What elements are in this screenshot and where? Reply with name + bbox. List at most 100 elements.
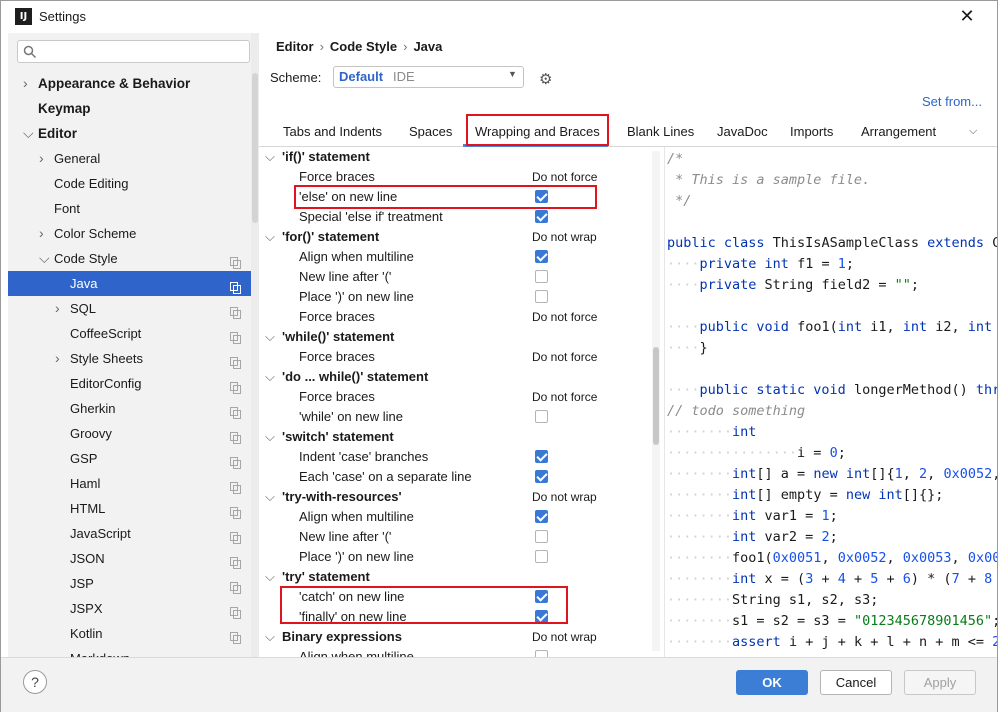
option-checkbox[interactable] <box>535 250 548 263</box>
close-icon[interactable]: ✕ <box>956 5 978 27</box>
tab-blank-lines[interactable]: Blank Lines <box>627 124 694 139</box>
tab-arrangement[interactable]: Arrangement <box>861 124 936 139</box>
settings-dialog: IJ Settings ✕ › Appearance & Behavior Keym… <box>0 0 998 712</box>
sidebar-item-keymap[interactable]: Keymap <box>8 96 258 121</box>
option-checkbox[interactable] <box>535 270 548 283</box>
sidebar-item-editor[interactable]: ⌵ Editor <box>8 121 258 146</box>
code-token: ···· <box>667 319 700 335</box>
option-value-select[interactable]: Do not force <box>532 307 597 327</box>
sidebar-item-jspx[interactable]: JSPX <box>8 596 258 621</box>
option-row: Place ')' on new line <box>259 547 655 567</box>
chevron-down-icon[interactable]: ⌵ <box>969 125 977 138</box>
sidebar-item-label: General <box>54 151 101 166</box>
scheme-select[interactable]: Default IDE ▼ <box>333 66 524 88</box>
sidebar-item-javascript[interactable]: JavaScript <box>8 521 258 546</box>
sidebar-item-gherkin[interactable]: Gherkin <box>8 396 258 421</box>
sidebar-item-java[interactable]: Java <box>8 271 258 296</box>
sidebar-item-style-sheets[interactable]: › Style Sheets <box>8 346 258 371</box>
options-scroll-thumb[interactable] <box>653 347 659 445</box>
code-token: assert <box>732 634 789 650</box>
option-value-select[interactable]: Do not force <box>532 347 597 367</box>
chevron-down-icon[interactable]: ⌵ <box>265 487 275 507</box>
sidebar-item-editorconfig[interactable]: EditorConfig <box>8 371 258 396</box>
breadcrumb: Editor › Code Style › Java <box>276 39 442 54</box>
option-value-select[interactable]: Do not wrap <box>532 487 597 507</box>
code-line: ········int[] empty = new int[]{}; <box>667 485 943 505</box>
tab-imports[interactable]: Imports <box>790 124 833 139</box>
ok-button[interactable]: OK <box>736 670 808 695</box>
chevron-down-icon: ▼ <box>508 69 517 79</box>
option-label: New line after '(' <box>299 529 392 544</box>
chevron-right-icon[interactable]: › <box>39 146 49 171</box>
code-token: 2 <box>919 466 928 482</box>
breadcrumb-editor: Editor <box>276 39 314 54</box>
chevron-down-icon[interactable]: ⌵ <box>265 367 275 387</box>
chevron-down-icon[interactable]: ⌵ <box>265 227 275 247</box>
option-checkbox[interactable] <box>535 450 548 463</box>
sidebar-item-sql[interactable]: › SQL <box>8 296 258 321</box>
sidebar-scrollbar[interactable] <box>251 33 259 657</box>
sidebar-item-code-style[interactable]: ⌵ Code Style <box>8 246 258 271</box>
code-token: int <box>732 529 765 545</box>
highlight-box-tab <box>466 114 609 146</box>
chevron-down-icon[interactable]: ⌵ <box>265 327 275 347</box>
search-input[interactable] <box>17 40 250 63</box>
option-checkbox[interactable] <box>535 530 548 543</box>
chevron-down-icon[interactable]: ⌵ <box>265 427 275 447</box>
sidebar-scroll-thumb[interactable] <box>252 73 258 223</box>
sidebar-item-coffeescript[interactable]: CoffeeScript <box>8 321 258 346</box>
apply-button[interactable]: Apply <box>904 670 976 695</box>
chevron-down-icon[interactable]: ⌵ <box>23 121 34 146</box>
code-token: int <box>732 571 765 587</box>
code-line: */ <box>667 191 691 211</box>
sidebar-item-color-scheme[interactable]: › Color Scheme <box>8 221 258 246</box>
sidebar-item-groovy[interactable]: Groovy <box>8 421 258 446</box>
sidebar-item-font[interactable]: Font <box>8 196 258 221</box>
set-from-link[interactable]: Set from... <box>922 94 982 109</box>
sidebar-item-appearance-behavior[interactable]: › Appearance & Behavior <box>8 71 258 96</box>
option-checkbox[interactable] <box>535 510 548 523</box>
tab-javadoc[interactable]: JavaDoc <box>717 124 768 139</box>
code-token: int <box>732 508 765 524</box>
tab-spaces[interactable]: Spaces <box>409 124 452 139</box>
option-checkbox[interactable] <box>535 210 548 223</box>
sidebar-item-gsp[interactable]: GSP <box>8 446 258 471</box>
option-checkbox[interactable] <box>535 290 548 303</box>
code-token: ···· <box>667 277 700 293</box>
options-scrollbar[interactable] <box>652 151 660 651</box>
option-value-select[interactable]: Do not wrap <box>532 227 597 247</box>
sidebar-item-jsp[interactable]: JSP <box>8 571 258 596</box>
option-checkbox[interactable] <box>535 470 548 483</box>
help-button[interactable]: ? <box>23 670 47 694</box>
code-token: + <box>813 571 838 587</box>
chevron-down-icon[interactable]: ⌵ <box>265 147 275 167</box>
sidebar-item-json[interactable]: JSON <box>8 546 258 571</box>
chevron-right-icon[interactable]: › <box>39 221 49 246</box>
sidebar-item-general[interactable]: › General <box>8 146 258 171</box>
option-value-select[interactable]: Do not force <box>532 167 597 187</box>
sidebar-item-code-editing[interactable]: Code Editing <box>8 171 258 196</box>
code-line: ····public static void longerMethod() th… <box>667 380 997 400</box>
option-row: Force braces Do not force <box>259 167 655 187</box>
sidebar-item-html[interactable]: HTML <box>8 496 258 521</box>
option-checkbox[interactable] <box>535 550 548 563</box>
code-token: ; <box>829 529 838 545</box>
gear-icon[interactable]: ⚙ <box>539 70 552 88</box>
sidebar-item-haml[interactable]: Haml <box>8 471 258 496</box>
cancel-button[interactable]: Cancel <box>820 670 892 695</box>
sidebar-item-kotlin[interactable]: Kotlin <box>8 621 258 646</box>
option-checkbox[interactable] <box>535 410 548 423</box>
code-token: []{}; <box>902 487 944 503</box>
code-token: "012345678901456" <box>853 613 993 629</box>
tab-tabs-and-indents[interactable]: Tabs and Indents <box>283 124 382 139</box>
sidebar-item-label: GSP <box>70 451 98 466</box>
chevron-down-icon[interactable]: ⌵ <box>265 567 275 587</box>
chevron-right-icon[interactable]: › <box>23 71 33 96</box>
chevron-right-icon[interactable]: › <box>55 296 65 321</box>
chevron-down-icon[interactable]: ⌵ <box>39 246 50 271</box>
chevron-right-icon[interactable]: › <box>55 346 65 371</box>
code-token: 1 <box>837 256 846 272</box>
option-value-select[interactable]: Do not force <box>532 387 597 407</box>
option-value-select[interactable]: Do not wrap <box>532 627 597 647</box>
chevron-down-icon[interactable]: ⌵ <box>265 627 275 647</box>
